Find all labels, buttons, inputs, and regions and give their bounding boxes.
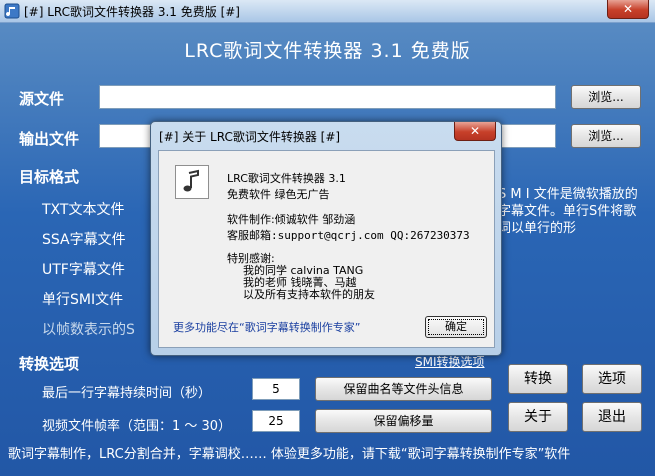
options-button[interactable]: 选项	[582, 364, 642, 394]
about-dialog-close-button[interactable]: ✕	[454, 122, 496, 141]
keep-header-button[interactable]: 保留曲名等文件头信息	[315, 377, 492, 401]
format-option-txt[interactable]: TXT文本文件	[42, 199, 124, 219]
format-option-ssa[interactable]: SSA字幕文件	[42, 229, 126, 249]
about-license: 免费软件 绿色无广告	[227, 188, 330, 201]
format-option-smi[interactable]: 单行SMI文件	[42, 289, 123, 309]
keep-offset-button[interactable]: 保留偏移量	[315, 409, 492, 433]
about-author: 软件制作:倾诚软件 邹劲涵	[227, 213, 356, 226]
output-file-label: 输出文件	[19, 130, 80, 148]
source-file-input[interactable]	[99, 85, 556, 109]
target-format-label: 目标格式	[19, 168, 80, 186]
status-bar[interactable]: 歌词字幕制作，LRC分割合并，字幕调校…… 体验更多功能，请下载“歌词字幕转换制…	[0, 448, 655, 476]
about-dialog: [#] 关于 LRC歌词文件转换器 [#] ✕ LRC歌词文件转换器 3.1 免…	[150, 121, 502, 356]
source-browse-button[interactable]: 浏览...	[571, 85, 641, 109]
about-more-link[interactable]: 更多功能尽在“歌词字幕转换制作专家”	[173, 319, 360, 335]
about-ok-button[interactable]: 确定	[425, 316, 487, 338]
convert-options-label: 转换选项	[19, 355, 80, 373]
last-line-duration-label: 最后一行字幕持续时间（秒）	[42, 386, 212, 401]
output-browse-button[interactable]: 浏览...	[571, 124, 641, 148]
app-banner: LRC歌词文件转换器 3.1 免费版	[184, 40, 471, 62]
main-window: [#] LRC歌词文件转换器 3.1 免费版 [#] ✕ LRC歌词文件转换器 …	[0, 0, 655, 476]
about-dialog-body: LRC歌词文件转换器 3.1 免费软件 绿色无广告 软件制作:倾诚软件 邹劲涵 …	[158, 150, 495, 348]
app-icon	[4, 3, 20, 19]
source-file-label: 源文件	[19, 90, 65, 108]
window-title: [#] LRC歌词文件转换器 3.1 免费版 [#]	[24, 5, 240, 19]
convert-button[interactable]: 转换	[508, 364, 568, 394]
exit-button[interactable]: 退出	[582, 402, 642, 432]
about-app-name: LRC歌词文件转换器 3.1	[227, 172, 346, 185]
smi-description: S M I 文件是微软播放的字幕文件。单行S件将歌词以单行的形	[498, 187, 638, 236]
about-dialog-title: [#] 关于 LRC歌词文件转换器 [#]	[159, 130, 341, 144]
last-line-duration-input[interactable]: 5	[252, 378, 300, 400]
about-contact: 客服邮箱:support@qcrj.com QQ:267230373	[227, 229, 470, 242]
window-close-button[interactable]: ✕	[607, 0, 649, 19]
format-option-utf[interactable]: UTF字幕文件	[42, 259, 125, 279]
fps-input[interactable]: 25	[252, 410, 300, 432]
title-bar: [#] LRC歌词文件转换器 3.1 免费版 [#] ✕	[0, 0, 655, 23]
about-button[interactable]: 关于	[508, 402, 568, 432]
music-note-icon	[175, 165, 209, 199]
fps-label: 视频文件帧率（范围：1 ～ 30）	[42, 419, 232, 434]
format-option-frames[interactable]: 以帧数表示的S	[42, 319, 135, 339]
about-thanks-item: 以及所有支持本软件的朋友	[243, 288, 375, 301]
